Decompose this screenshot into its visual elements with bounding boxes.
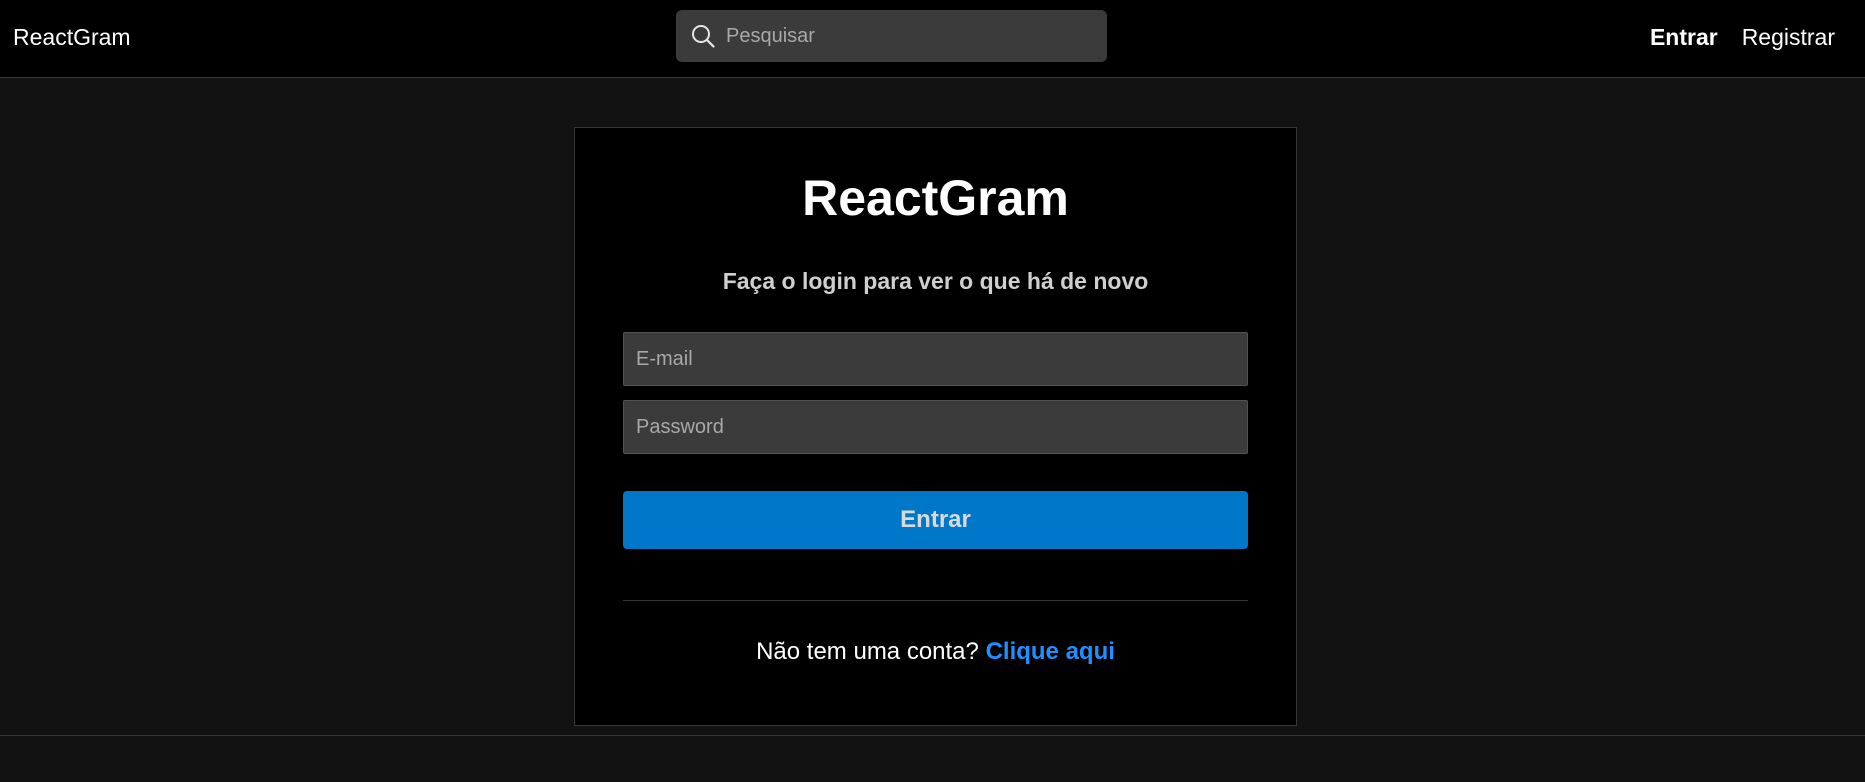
nav-register-link[interactable]: Registrar xyxy=(1742,24,1835,50)
search-icon xyxy=(692,25,715,48)
login-submit-button[interactable]: Entrar xyxy=(623,491,1248,549)
search-box[interactable] xyxy=(676,10,1107,62)
search-input[interactable] xyxy=(726,10,1096,62)
nav-login-link[interactable]: Entrar xyxy=(1650,24,1718,50)
login-card-subtitle: Faça o login para ver o que há de novo xyxy=(722,268,1149,294)
signup-prompt-text: Não tem uma conta? xyxy=(756,638,979,665)
signup-prompt-row: Não tem uma conta? Clique aqui xyxy=(575,638,1296,666)
brand-logo-link[interactable]: ReactGram xyxy=(13,24,131,50)
card-divider xyxy=(623,600,1248,601)
password-field[interactable] xyxy=(623,400,1248,454)
signup-link[interactable]: Clique aqui xyxy=(986,638,1115,665)
top-navbar: ReactGram Entrar Registrar xyxy=(0,0,1865,78)
login-card: ReactGram Faça o login para ver o que há… xyxy=(574,127,1297,726)
login-card-title: ReactGram xyxy=(802,170,1069,226)
nav-links: Entrar Registrar xyxy=(1650,24,1835,50)
email-field[interactable] xyxy=(623,332,1248,386)
footer-divider xyxy=(0,735,1865,736)
